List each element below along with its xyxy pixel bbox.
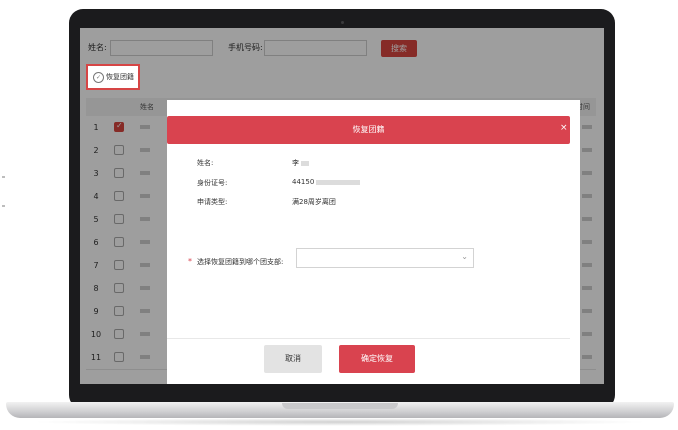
cancel-button[interactable]: 取消 xyxy=(264,345,322,373)
id-field-label: 身份证号: xyxy=(197,179,228,187)
laptop-shadow xyxy=(30,418,650,426)
confirm-restore-button[interactable]: 确定恢复 xyxy=(339,345,415,373)
name-field-label: 姓名: xyxy=(197,159,214,167)
branch-select-label: 选择恢复团籍到哪个团支部: xyxy=(197,258,284,266)
id-field-value: 44150 xyxy=(292,178,361,186)
redacted-text xyxy=(301,160,309,166)
side-mark xyxy=(2,205,5,207)
camera-icon xyxy=(341,21,344,24)
chevron-down-icon: ⌄ xyxy=(461,252,468,261)
close-icon[interactable]: × xyxy=(560,123,568,133)
name-field-value: 李 xyxy=(292,158,309,168)
required-marker: * xyxy=(188,257,192,266)
modal-title: 恢复团籍 xyxy=(352,125,385,134)
modal-header: 恢复团籍 × xyxy=(167,116,570,144)
restore-label: 恢复团籍 xyxy=(106,73,134,81)
restore-button[interactable]: ✓ 恢复团籍 xyxy=(86,64,140,90)
check-circle-icon: ✓ xyxy=(93,72,104,83)
redacted-text xyxy=(316,179,361,185)
laptop-notch xyxy=(282,403,398,409)
side-mark xyxy=(2,176,5,178)
screen: 姓名: 手机号码: 搜索 姓名 时间 1234567891011 ✓ 恢复团籍 … xyxy=(80,28,604,384)
branch-select[interactable]: ⌄ xyxy=(296,248,474,268)
modal-footer-divider xyxy=(167,338,570,339)
type-field-value: 满28周岁离团 xyxy=(292,198,336,206)
restore-modal: 恢复团籍 × 姓名: 李 身份证号: 44150 申请类型: 满28周岁离团 *… xyxy=(167,100,580,384)
type-field-label: 申请类型: xyxy=(197,198,228,206)
